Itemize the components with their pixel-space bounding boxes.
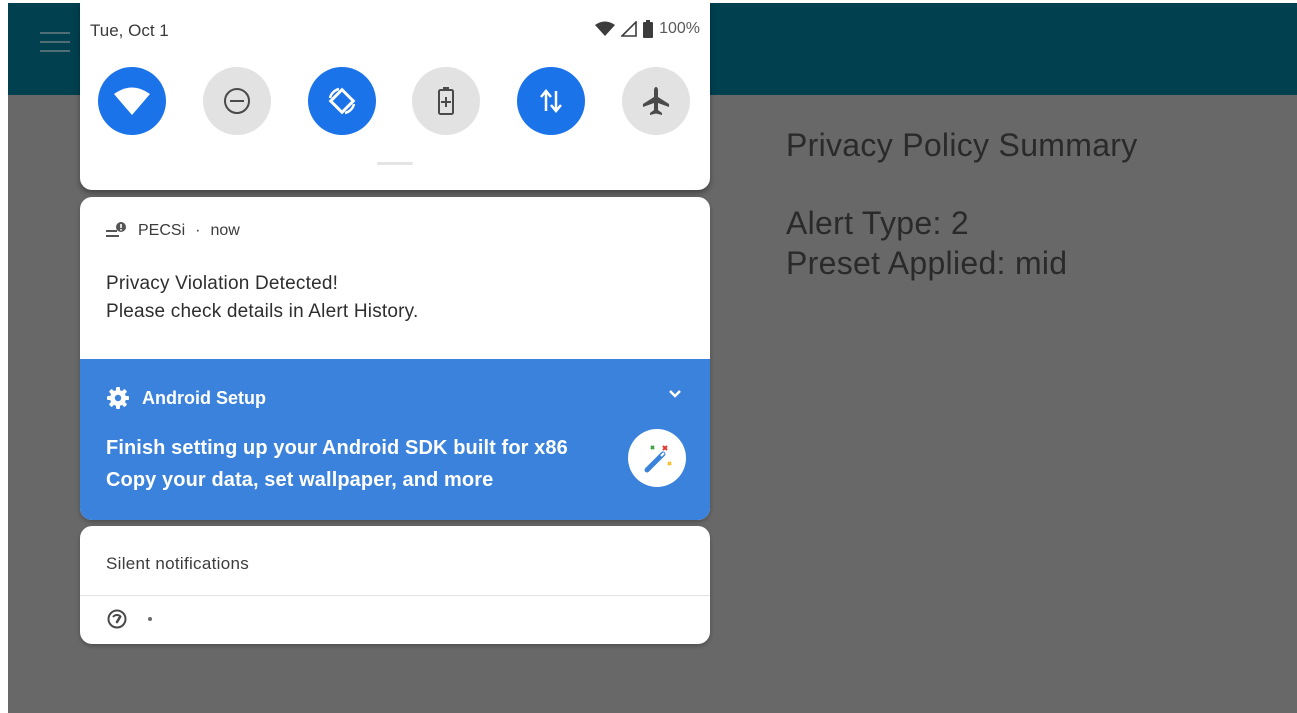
magic-wand-icon: [644, 445, 672, 473]
quick-settings-panel: Tue, Oct 1 100%: [80, 3, 710, 190]
silent-notification-row[interactable]: [106, 608, 152, 630]
battery-icon: [643, 20, 654, 38]
preset-applied-text: Preset Applied: mid: [786, 245, 1068, 281]
wifi-signal-icon: [595, 21, 616, 36]
privacy-summary: Privacy Policy Summary Alert Type: 2 Pre…: [786, 123, 1138, 283]
panel-drag-handle[interactable]: [377, 162, 413, 165]
silent-notifications-card[interactable]: Silent notifications: [80, 526, 710, 644]
android-setup-message: Copy your data, set wallpaper, and more: [106, 469, 494, 491]
airplane-icon: [642, 87, 669, 115]
device-screen: Privacy Policy Summary Alert Type: 2 Pre…: [8, 3, 1297, 713]
pecsi-notification-body: Privacy Violation Detected! Please check…: [106, 270, 418, 326]
wifi-tile[interactable]: [98, 67, 166, 135]
auto-rotate-tile[interactable]: [307, 67, 376, 135]
android-setup-header: Android Setup: [106, 386, 266, 410]
summary-title: Privacy Policy Summary: [786, 127, 1138, 163]
pecsi-notification-header: PECSi · now: [106, 222, 240, 240]
battery-saver-icon: [438, 87, 455, 115]
alert-list-icon: [106, 222, 126, 237]
status-icons: 100%: [595, 20, 700, 38]
mobile-data-icon: [540, 89, 563, 113]
android-setup-notification[interactable]: Android Setup Finish setting up your And…: [80, 359, 710, 520]
do-not-disturb-tile[interactable]: [202, 67, 271, 135]
pecsi-notification-message: Please check details in Alert History.: [106, 301, 419, 322]
alert-type-text: Alert Type: 2: [786, 205, 969, 241]
divider: [80, 595, 710, 596]
cellular-signal-icon: [621, 21, 637, 37]
android-setup-body: Finish setting up your Android SDK built…: [106, 432, 568, 496]
wifi-icon: [114, 87, 150, 115]
app-status-icon: [107, 609, 127, 629]
do-not-disturb-icon: [223, 88, 250, 114]
pecsi-notification[interactable]: PECSi · now Privacy Violation Detected! …: [80, 197, 710, 520]
pecsi-notification-title: Privacy Violation Detected!: [106, 273, 339, 294]
pecsi-notification-time: now: [210, 222, 240, 239]
auto-rotate-icon: [328, 87, 356, 115]
android-setup-title: Finish setting up your Android SDK built…: [106, 437, 568, 459]
android-setup-app-name: Android Setup: [142, 387, 266, 408]
gear-icon: [107, 387, 129, 409]
header-separator: ·: [195, 222, 201, 239]
pecsi-app-name: PECSi: [138, 222, 186, 239]
silent-notifications-header: Silent notifications: [106, 554, 250, 573]
menu-icon[interactable]: [40, 30, 70, 54]
mobile-data-tile[interactable]: [517, 67, 586, 135]
airplane-mode-tile[interactable]: [621, 67, 690, 135]
battery-saver-tile[interactable]: [412, 67, 481, 135]
quick-settings-tiles: [98, 67, 690, 135]
separator-dot: [148, 617, 152, 621]
battery-percentage: 100%: [659, 20, 700, 37]
expand-chevron-icon[interactable]: [668, 389, 682, 399]
status-date: Tue, Oct 1: [90, 21, 169, 40]
setup-wizard-badge: [628, 429, 686, 487]
